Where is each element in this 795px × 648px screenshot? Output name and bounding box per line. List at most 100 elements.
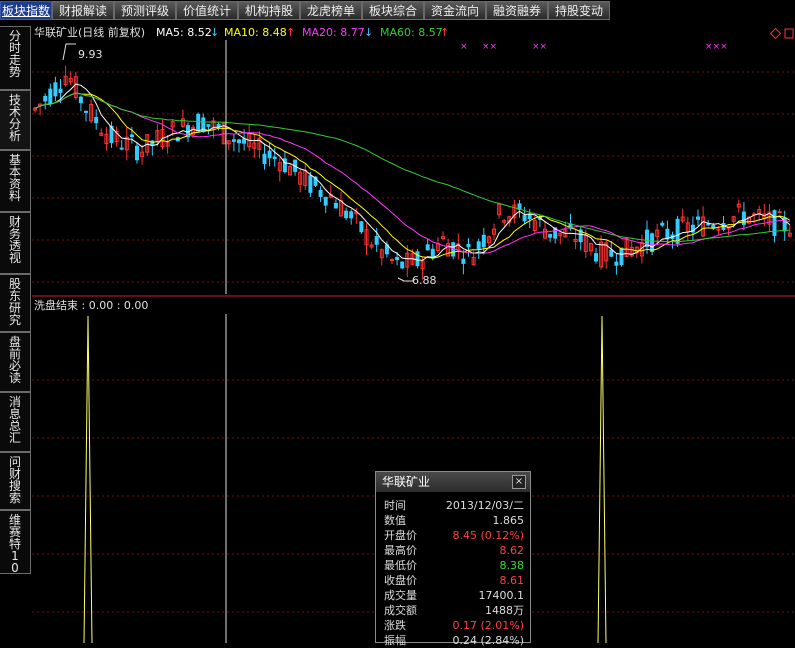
- candle-body: [308, 175, 313, 193]
- sidebar-tab-label: 维赛特10: [8, 513, 21, 574]
- info-row: 开盘价 8.45 (0.12%): [376, 528, 530, 543]
- candle-body: [650, 233, 655, 252]
- info-row: 最低价 8.38: [376, 558, 530, 573]
- indicator-spike: [597, 315, 607, 643]
- info-row-label: 时间: [384, 499, 406, 512]
- candle-body: [135, 145, 139, 161]
- candle-body: [777, 211, 782, 214]
- info-row-value: 17400.1: [478, 589, 525, 602]
- candle-body: [53, 82, 58, 97]
- candle-body: [333, 202, 338, 209]
- candle-body: [78, 96, 83, 104]
- candle-body: [614, 261, 619, 266]
- candle-body: [48, 88, 53, 105]
- candle-body: [430, 248, 435, 258]
- candle-body: [206, 124, 211, 127]
- candle-body: [461, 258, 466, 264]
- candle-body: [43, 95, 48, 102]
- toolbar-tab-7[interactable]: 资金流向: [424, 1, 486, 20]
- info-row: 振幅 0.24 (2.84%): [376, 633, 530, 648]
- sidebar-tab-0[interactable]: 分时走势: [0, 26, 31, 90]
- candle-body: [466, 243, 471, 248]
- sidebar-tab-label: 消息总汇: [8, 395, 21, 445]
- candle-body: [665, 228, 670, 240]
- sidebar-tab-3[interactable]: 财务透视: [0, 212, 31, 274]
- candle-body: [272, 156, 277, 160]
- indicator-label: 洗盘结束 : 0.00 : 0.00: [34, 298, 148, 312]
- toolbar-tab-8[interactable]: 融资融券: [486, 1, 548, 20]
- sidebar-tab-8[interactable]: 维赛特10: [0, 510, 31, 574]
- toolbar-tab-4[interactable]: 机构持股: [238, 1, 300, 20]
- ma60-label: MA60: 8.57: [380, 26, 443, 39]
- info-row-value: 1.865: [492, 514, 525, 527]
- info-popup-body: 时间 2013/12/03/二 数值 1.865 开盘价 8.45 (0.12%) 最高价 8…: [376, 492, 530, 648]
- sidebar-tab-label: 问财搜索: [8, 455, 21, 505]
- sidebar-tab-2[interactable]: 基本资料: [0, 150, 31, 212]
- toolbar-tab-6[interactable]: 板块综合: [362, 1, 424, 20]
- toolbar: 板块指数 财报解读 预测评级 价值统计 机构持股 龙虎榜单 板块综合 资金流向 融资融券 持股变动: [0, 0, 795, 22]
- candle-body: [196, 113, 201, 132]
- sidebar-tab-label: 财务透视: [8, 215, 21, 265]
- candle-body: [129, 134, 134, 138]
- info-row: 数值 1.865: [376, 513, 530, 528]
- info-row-label: 最低价: [384, 559, 417, 572]
- info-row: 涨跌 0.17 (2.01%): [376, 618, 530, 633]
- info-row-value: 1488万: [485, 604, 524, 617]
- sidebar-tab-7[interactable]: 问财搜索: [0, 452, 31, 510]
- ma10-label: MA10: 8.48: [224, 26, 287, 39]
- candle-body: [374, 236, 379, 245]
- info-popup[interactable]: 华联矿业 × 时间 2013/12/03/二 数值 1.865 开盘价 8.45 (0.1…: [375, 471, 531, 647]
- ma20-label: MA20: 8.77: [302, 26, 365, 39]
- ma10-arrow-up-icon: ↑: [286, 26, 295, 39]
- info-row: 成交量 17400.1: [376, 588, 530, 603]
- sidebar-tab-1[interactable]: 技术分析: [0, 90, 31, 150]
- toolbar-tab-9[interactable]: 持股变动: [548, 1, 610, 20]
- info-row-value: 8.38: [499, 559, 525, 572]
- toolbar-tab-0[interactable]: 板块指数: [0, 1, 52, 20]
- candle-body: [476, 241, 481, 249]
- candle-body: [242, 138, 247, 144]
- sidebar-tab-6[interactable]: 消息总汇: [0, 392, 31, 452]
- candle-body: [395, 256, 400, 261]
- info-row: 时间 2013/12/03/二: [376, 498, 530, 513]
- candle-body: [706, 223, 711, 226]
- sidebar-tab-label: 股东研究: [8, 277, 21, 327]
- chart-title: 华联矿业(日线 前复权): [34, 25, 145, 39]
- toolbar-tab-1[interactable]: 财报解读: [52, 1, 114, 20]
- info-row: 收盘价 8.61: [376, 573, 530, 588]
- diamond-icon[interactable]: [769, 27, 782, 40]
- signal-marker: ××: [482, 42, 497, 52]
- candle-body: [390, 259, 394, 262]
- high-pointer: [62, 43, 76, 61]
- window-icon[interactable]: [784, 28, 794, 39]
- info-popup-header[interactable]: 华联矿业 ×: [376, 472, 530, 492]
- indicator-spike: [83, 315, 93, 643]
- low-price-label: 6.88: [412, 274, 437, 287]
- toolbar-tab-2[interactable]: 预测评级: [114, 1, 176, 20]
- candle-body: [359, 221, 364, 233]
- candle-body: [522, 214, 527, 222]
- candle-body: [660, 222, 665, 226]
- candle-body: [323, 196, 328, 206]
- info-row-value: 0.24 (2.84%): [452, 634, 524, 647]
- candle-body: [716, 228, 721, 231]
- candle-body: [344, 210, 349, 219]
- info-row-label: 成交额: [384, 604, 417, 617]
- candle-body: [425, 244, 430, 251]
- info-popup-title: 华联矿业: [382, 475, 431, 489]
- sidebar-tab-label: 基本资料: [8, 153, 21, 203]
- sidebar-tab-5[interactable]: 盘前必读: [0, 332, 31, 392]
- toolbar-tab-5[interactable]: 龙虎榜单: [300, 1, 362, 20]
- info-row-value: 8.62: [499, 544, 525, 557]
- candle-body: [216, 123, 221, 127]
- candle-body: [548, 233, 553, 238]
- info-row: 成交额 1488万: [376, 603, 530, 618]
- info-row: 最高价 8.62: [376, 543, 530, 558]
- candle-body: [94, 117, 99, 124]
- close-icon[interactable]: ×: [512, 475, 526, 489]
- toolbar-tab-3[interactable]: 价值统计: [176, 1, 238, 20]
- candle-body: [349, 211, 354, 219]
- sidebar-tab-4[interactable]: 股东研究: [0, 274, 31, 332]
- info-row-value: 2013/12/03/二: [445, 499, 524, 512]
- candle-body: [619, 247, 624, 266]
